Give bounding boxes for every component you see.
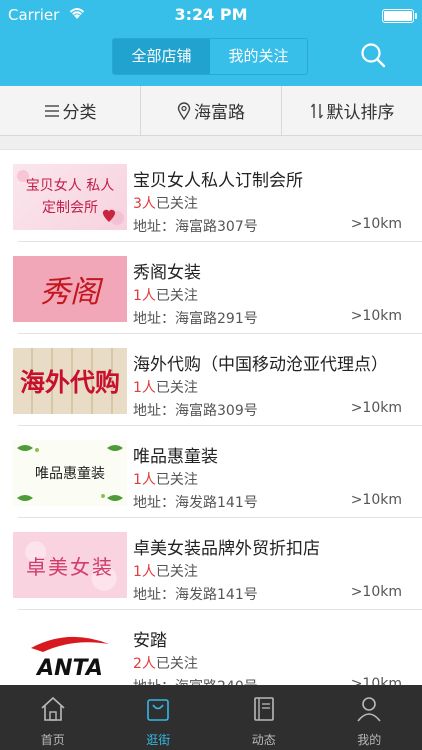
shop-list-item[interactable]: 唯品惠童装 唯品惠童装 1人已关注 地址：海发路141号 >10km (0, 426, 422, 518)
tab-profile[interactable]: 我的 (317, 685, 422, 750)
shop-distance: >10km (350, 492, 402, 508)
filter-location[interactable]: 海富路 (141, 86, 282, 135)
shopping-bag-icon (147, 699, 170, 721)
shop-thumbnail-text: 海外代购 (19, 368, 120, 397)
segment-all-shops[interactable]: 全部店铺 (113, 39, 210, 74)
shop-thumbnail: 海外代购 (13, 348, 127, 414)
list-spacer (0, 136, 422, 150)
shop-thumbnail-text: 宝贝女人 私人定制会所 (25, 178, 115, 216)
menu-icon (44, 104, 59, 117)
follow-label: 已关注 (155, 196, 198, 212)
shop-distance: >10km (350, 400, 402, 416)
follow-label: 已关注 (155, 564, 198, 580)
filter-sort-label: 默认排序 (326, 103, 395, 123)
sort-icon (310, 103, 323, 118)
segment-control: 全部店铺 我的关注 (112, 38, 308, 75)
person-icon (357, 697, 381, 722)
shop-name: 安踏 (133, 631, 167, 651)
follow-number: 3人 (133, 196, 156, 212)
shop-address: 地址：海发路141号 (133, 495, 258, 511)
shop-name: 海外代购（中国移动沧亚代理点） (133, 355, 388, 375)
follow-number: 1人 (133, 472, 156, 488)
shop-thumbnail-text: ANTA (37, 655, 103, 681)
shop-list-item[interactable]: 秀阁 秀阁女装 1人已关注 地址：海富路291号 >10km (0, 242, 422, 334)
shop-thumbnail-text: 秀阁 (40, 275, 100, 310)
filter-category[interactable]: 分类 (0, 86, 141, 135)
shop-list-item[interactable]: 宝贝女人 私人定制会所 宝贝女人私人订制会所 3人已关注 地址：海富路307号 … (0, 150, 422, 242)
shop-thumbnail: ANTA (13, 624, 127, 685)
status-time: 3:24 PM (174, 5, 248, 24)
follow-number: 1人 (133, 564, 156, 580)
shop-distance: >10km (350, 584, 402, 600)
shop-thumbnail: 唯品惠童装 (13, 440, 127, 506)
shop-distance: >10km (350, 216, 402, 232)
shop-name: 唯品惠童装 (133, 447, 218, 467)
shop-address: 地址：海富路240号 (133, 676, 258, 685)
shop-name: 宝贝女人私人订制会所 (133, 171, 303, 191)
shop-address: 地址：海富路309号 (133, 403, 258, 419)
battery-icon (382, 9, 417, 23)
shop-thumbnail-text: 卓美女装 (26, 554, 114, 579)
shop-address: 地址：海富路307号 (133, 219, 258, 235)
tab-bar: 首页 逛街 动态 我的 (0, 685, 422, 750)
shop-follow-count: 2人已关注 (133, 653, 198, 673)
search-icon[interactable] (360, 42, 386, 68)
shop-address: 地址：海发路141号 (133, 587, 258, 603)
follow-number: 2人 (133, 656, 156, 672)
follow-number: 1人 (133, 380, 156, 396)
shop-list-item[interactable]: 卓美女装 卓美女装品牌外贸折扣店 1人已关注 地址：海发路141号 >10km (0, 518, 422, 610)
follow-label: 已关注 (155, 380, 198, 396)
book-icon (253, 697, 274, 721)
tab-feed[interactable]: 动态 (211, 685, 317, 750)
location-pin-icon (177, 101, 191, 120)
shop-distance: >10km (350, 676, 402, 685)
shop-follow-count: 1人已关注 (133, 377, 198, 397)
top-bar: Carrier 3:24 PM 全部店铺 我的关注 (0, 0, 422, 86)
tab-profile-label: 我的 (357, 733, 382, 747)
shop-name: 卓美女装品牌外贸折扣店 (133, 539, 320, 559)
follow-label: 已关注 (155, 656, 198, 672)
tab-shopping[interactable]: 逛街 (106, 685, 212, 750)
filter-category-label: 分类 (62, 103, 97, 123)
filter-location-label: 海富路 (194, 103, 245, 123)
filter-sort[interactable]: 默认排序 (282, 86, 422, 135)
status-bar: Carrier 3:24 PM (0, 0, 422, 30)
shop-thumbnail: 宝贝女人 私人定制会所 (13, 164, 127, 230)
shop-list-item[interactable]: 海外代购 海外代购（中国移动沧亚代理点） 1人已关注 地址：海富路309号 >1… (0, 334, 422, 426)
tab-home-label: 首页 (40, 733, 65, 747)
segment-my-follows[interactable]: 我的关注 (210, 39, 307, 74)
home-icon (41, 696, 65, 721)
follow-label: 已关注 (155, 288, 198, 304)
tab-feed-label: 动态 (251, 733, 276, 747)
shop-follow-count: 3人已关注 (133, 193, 198, 213)
follow-number: 1人 (133, 288, 156, 304)
shop-name: 秀阁女装 (133, 263, 201, 283)
shop-follow-count: 1人已关注 (133, 561, 198, 581)
shop-thumbnail: 秀阁 (13, 256, 127, 322)
shop-thumbnail-text: 唯品惠童装 (35, 466, 105, 482)
shop-address: 地址：海富路291号 (133, 311, 258, 327)
shop-list-item[interactable]: ANTA 安踏 2人已关注 地址：海富路240号 >10km (0, 610, 422, 685)
shop-follow-count: 1人已关注 (133, 285, 198, 305)
shop-follow-count: 1人已关注 (133, 469, 198, 489)
filter-bar: 分类 海富路 默认排序 (0, 86, 422, 136)
shop-thumbnail: 卓美女装 (13, 532, 127, 598)
shop-list[interactable]: 宝贝女人 私人定制会所 宝贝女人私人订制会所 3人已关注 地址：海富路307号 … (0, 150, 422, 685)
shop-distance: >10km (350, 308, 402, 324)
tab-shopping-label: 逛街 (146, 733, 171, 747)
follow-label: 已关注 (155, 472, 198, 488)
tab-home[interactable]: 首页 (0, 685, 106, 750)
